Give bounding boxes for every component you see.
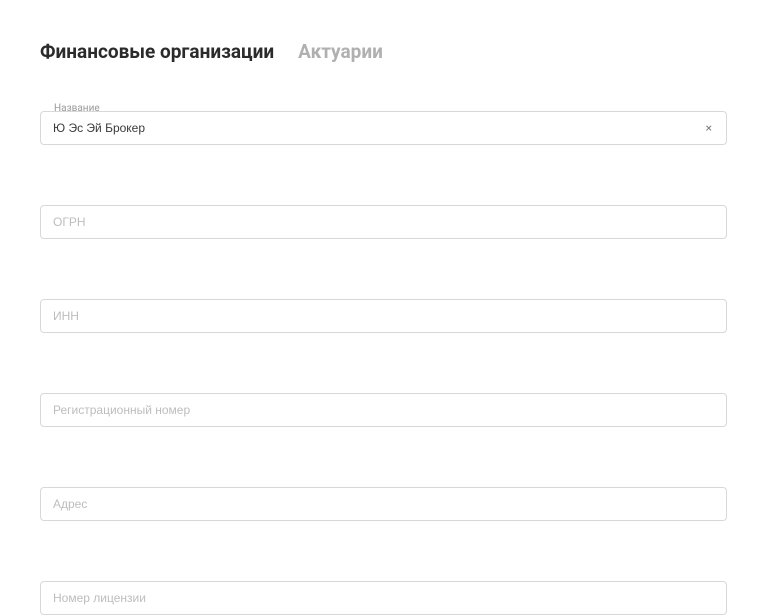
reg-number-field-container — [40, 393, 727, 427]
field-wrap-name: Название × — [40, 111, 727, 145]
address-input[interactable] — [41, 488, 726, 520]
license-field-container — [40, 581, 727, 615]
field-wrap-reg-number — [40, 393, 727, 427]
tab-actuaries[interactable]: Актуарии — [298, 40, 383, 63]
name-input[interactable] — [41, 112, 726, 144]
license-number-input[interactable] — [41, 582, 726, 614]
clear-icon[interactable]: × — [702, 118, 716, 138]
name-field-container: × — [40, 111, 727, 145]
field-wrap-inn — [40, 299, 727, 333]
tab-financial-orgs[interactable]: Финансовые организации — [40, 40, 274, 63]
inn-input[interactable] — [41, 300, 726, 332]
search-form: Финансовые организации Актуарии Название… — [0, 0, 767, 615]
field-wrap-address — [40, 487, 727, 521]
field-wrap-license — [40, 581, 727, 615]
field-wrap-ogrn — [40, 205, 727, 239]
address-field-container — [40, 487, 727, 521]
inn-field-container — [40, 299, 727, 333]
ogrn-field-container — [40, 205, 727, 239]
ogrn-input[interactable] — [41, 206, 726, 238]
reg-number-input[interactable] — [41, 394, 726, 426]
tabs: Финансовые организации Актуарии — [40, 40, 727, 63]
